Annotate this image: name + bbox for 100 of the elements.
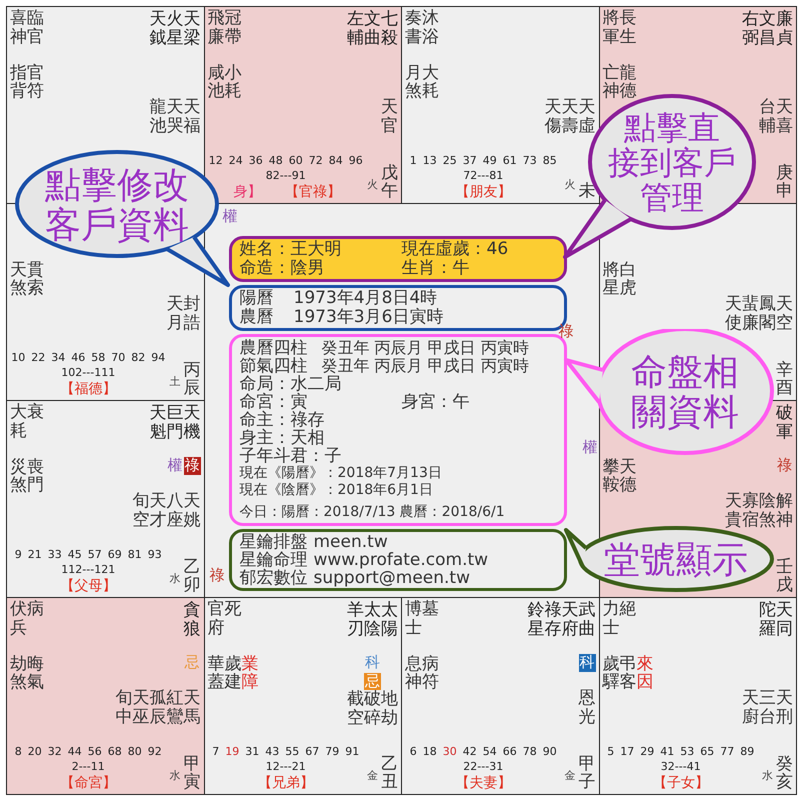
age-number: 82 — [131, 351, 146, 365]
age-number: 84 — [328, 154, 343, 168]
tag-label: 來因 — [636, 654, 654, 692]
star-name: 龍德 — [620, 64, 636, 101]
age-number: 70 — [111, 351, 126, 365]
star-name: 文曲 — [364, 10, 381, 48]
star-name: 白虎 — [620, 260, 636, 298]
star-name: 天廚 — [742, 689, 759, 726]
star-name: 天魁 — [150, 404, 166, 442]
age-number: 53 — [680, 745, 694, 759]
stem-branch: 乙丑 — [381, 754, 398, 792]
star-name: 亡神 — [602, 64, 620, 101]
age-number: 90 — [542, 745, 557, 759]
star-name: 紅鸞 — [166, 689, 184, 726]
age-number: 31 — [245, 745, 260, 759]
star-name: 華蓋 — [208, 654, 224, 692]
pillar-value: 癸丑年 丙辰月 甲戌日 丙寅時 — [322, 339, 529, 357]
age-number: 12 — [208, 154, 223, 168]
star-name: 官符 — [27, 64, 44, 101]
star-name: 天才 — [150, 492, 166, 530]
star-name: 寡宿 — [742, 492, 759, 530]
age-number: 33 — [48, 548, 62, 562]
star-name: 天府 — [562, 601, 578, 638]
star-name: 天使 — [725, 295, 742, 332]
star-name: 廉貞 — [776, 10, 793, 48]
star-name: 天德 — [620, 458, 636, 495]
star-name: 截空 — [347, 690, 364, 728]
age-number: 9 — [14, 548, 22, 562]
profile-field: 命造：陰男 — [240, 259, 402, 278]
stem-branch: 未 — [578, 182, 596, 201]
star-name: 天虛 — [578, 98, 596, 136]
star-name: 武曲 — [578, 601, 596, 638]
age-number: 56 — [88, 745, 102, 759]
star-name: 祿存 — [544, 601, 562, 638]
age-number: 94 — [151, 351, 166, 365]
age-number: 65 — [700, 745, 714, 759]
age-number: 80 — [128, 745, 142, 759]
element-label: 土 — [170, 374, 180, 390]
element-label: 金 — [564, 768, 576, 784]
studio-contact: meen.tw — [314, 533, 388, 551]
calendar-label: 農曆 — [240, 308, 274, 327]
age-number: 34 — [51, 351, 66, 365]
age-number: 30 — [442, 745, 457, 759]
stem-branch: 乙卯 — [184, 558, 200, 595]
star-name: 蜚廉 — [742, 295, 759, 332]
chart-detail: 命主：祿存 — [240, 411, 326, 429]
age-number: 46 — [71, 351, 86, 365]
decade-range: 22---31 — [463, 759, 504, 774]
transform-mark: 權 — [582, 438, 598, 456]
star-name: 劫煞 — [10, 654, 27, 692]
star-name: 巨門 — [166, 404, 184, 442]
transform-mark: 科 — [365, 654, 380, 672]
star-name: 沐浴 — [422, 9, 439, 47]
transform-mark: 權 — [222, 207, 238, 225]
star-name: 衰 — [27, 403, 44, 424]
age-number: 61 — [502, 154, 517, 168]
star-name: 貫索 — [27, 260, 44, 298]
element-label: 火 — [367, 176, 378, 192]
star-name: 歲建 — [224, 654, 242, 692]
star-name: 災煞 — [10, 458, 27, 495]
decade-range: 82---91 — [266, 168, 306, 183]
star-name: 弔客 — [620, 654, 636, 692]
star-name: 咸池 — [208, 64, 224, 101]
chart-detail: 身主：天相 — [240, 429, 324, 447]
age-number: 77 — [720, 745, 734, 759]
star-name: 陀羅 — [759, 601, 776, 638]
star-name: 息神 — [405, 654, 422, 692]
star-name: 破碎 — [364, 690, 381, 728]
star-name: 臨官 — [27, 9, 44, 47]
age-number: 1 — [410, 154, 417, 168]
age-number: 67 — [305, 745, 320, 759]
date-line: 現在《陰曆》：2018年6月1日 — [240, 482, 434, 499]
age-number: 21 — [28, 548, 42, 562]
age-number: 92 — [148, 745, 162, 759]
star-name: 天機 — [184, 404, 200, 442]
birth-date: 1973年3月6日寅時 — [294, 308, 444, 327]
star-name: 天喜 — [776, 98, 793, 136]
chart-detail: 命局：水二局 — [240, 375, 342, 393]
decade-range: 32---41 — [660, 759, 701, 774]
stem-branch: 甲寅 — [184, 754, 200, 792]
transform-badge: 忌 — [364, 672, 381, 690]
star-name: 恩光 — [578, 689, 596, 726]
star-name: 冠帶 — [224, 9, 242, 47]
age-number: 91 — [345, 745, 360, 759]
decade-range: 12---21 — [266, 759, 306, 774]
star-name: 七殺 — [381, 10, 398, 48]
star-name: 天空 — [776, 295, 793, 332]
element-label: 水 — [170, 570, 180, 586]
stem-branch: 癸亥 — [776, 754, 793, 792]
age-number: 5 — [607, 745, 614, 759]
profile-field: 姓名：王大明 — [240, 240, 402, 259]
star-name: 天馬 — [184, 689, 200, 726]
star-name: 貪狼 — [184, 601, 200, 638]
stem-branch: 甲子 — [578, 754, 596, 792]
star-name: 左輔 — [347, 10, 364, 48]
star-name: 天刑 — [776, 689, 793, 726]
pillar-label: 節氣四柱 — [240, 357, 308, 375]
stem-branch: 丙辰 — [184, 360, 200, 398]
age-number: 8 — [14, 745, 22, 759]
studio-contact: support@meen.tw — [314, 569, 470, 587]
